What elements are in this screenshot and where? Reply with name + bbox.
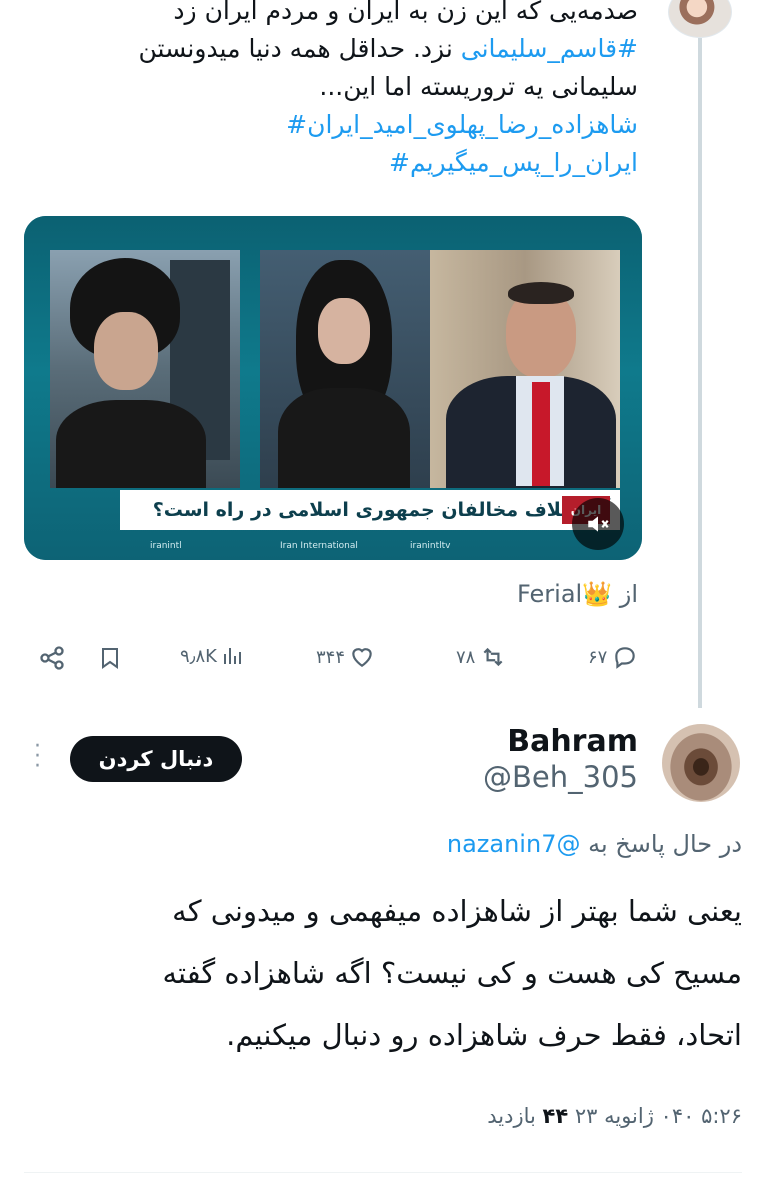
person-body	[56, 400, 206, 488]
like-button[interactable]: ۳۴۴	[316, 644, 375, 670]
from-attribution[interactable]: از 👑Ferial	[517, 580, 638, 608]
share-icon[interactable]	[38, 644, 66, 672]
person-hair	[508, 282, 574, 304]
person-face	[318, 298, 370, 364]
tweet-line: صدمه‌یی که این زن به ایران و مردم ایران …	[173, 0, 638, 25]
footer-handle: iranintltv	[410, 541, 451, 551]
reply-line: مسیح کی هست و کی نیست؟ اگه شاهزاده گفته	[162, 956, 742, 990]
replying-prefix: در حال پاسخ به	[588, 830, 742, 858]
reply-icon	[615, 647, 636, 669]
reply-count: ۶۷	[588, 646, 608, 668]
reply-line: یعنی شما بهتر از شاهزاده میفهمی و میدونی…	[172, 894, 742, 928]
video-banner: آیا ائتلاف مخالفان جمهوری اسلامی در راه …	[120, 490, 620, 530]
tweet-line: سلیمانی یه تروریسته اما این...	[319, 72, 638, 101]
follow-button[interactable]: دنبال کردن	[70, 736, 242, 782]
person-tie	[532, 382, 550, 486]
more-options-icon[interactable]: · · ·	[34, 736, 44, 778]
views-label: بازدید	[487, 1104, 536, 1128]
video-panel-right	[430, 250, 620, 488]
mention-link[interactable]: @nazanin7	[447, 830, 581, 858]
video-player[interactable]: آیا ائتلاف مخالفان جمهوری اسلامی در راه …	[24, 216, 642, 560]
footer-channel: Iran International	[280, 541, 358, 551]
video-panel-center	[260, 250, 430, 488]
date[interactable]: ۰۴۰ ژانویه ۲۳	[575, 1104, 695, 1128]
timestamp[interactable]: ۵:۲۶	[701, 1104, 742, 1128]
hashtag-link[interactable]: #قاسم_سلیمانی	[461, 34, 638, 63]
heart-icon	[352, 648, 372, 667]
views-icon	[223, 648, 241, 664]
divider	[24, 1172, 742, 1173]
bookmark-icon[interactable]	[98, 644, 122, 672]
avatar[interactable]	[662, 724, 740, 802]
reply-line: اتحاد، فقط حرف شاهزاده رو دنبال میکنیم.	[226, 1018, 742, 1052]
views-count: ۴۴	[542, 1104, 569, 1128]
user-handle[interactable]: @Beh_305	[483, 760, 638, 794]
views-button[interactable]: ۹٫۸K	[180, 644, 245, 668]
reply-button[interactable]: ۶۷	[588, 644, 639, 670]
display-name[interactable]: Bahram	[507, 724, 638, 759]
thread-line	[698, 38, 702, 708]
tweet-text: صدمه‌یی که این زن به ایران و مردم ایران …	[78, 0, 638, 182]
from-prefix: از	[619, 580, 638, 608]
retweet-button[interactable]: ۷۸	[456, 644, 507, 670]
from-name: Ferial	[517, 580, 583, 608]
tweet-metadata: ۵:۲۶ ۰۴۰ ژانویه ۲۳ ۴۴ بازدید	[487, 1104, 742, 1128]
speaker-muted-icon[interactable]	[572, 498, 624, 550]
reply-text: یعنی شما بهتر از شاهزاده میفهمی و میدونی…	[42, 880, 742, 1066]
hashtag-link[interactable]: شاهزاده_رضا_پهلوی_امید_ایران#	[78, 106, 638, 144]
video-footer-strip: iranintl Iran International iranintltv	[24, 534, 642, 560]
tweet-line-text: نزد. حداقل همه دنیا میدونستن	[138, 34, 461, 63]
retweet-icon	[483, 647, 503, 667]
person-face	[94, 312, 158, 390]
avatar[interactable]	[668, 0, 732, 38]
footer-handle: iranintl	[150, 541, 182, 551]
like-count: ۳۴۴	[316, 646, 346, 668]
video-panel-left	[50, 250, 240, 488]
tweet-actions: ۹٫۸K ۳۴۴ ۷۸ ۶۷	[0, 644, 766, 684]
crown-icon: 👑	[582, 580, 613, 608]
person-body	[278, 388, 410, 488]
tweet-line: #قاسم_سلیمانی نزد. حداقل همه دنیا میدونس…	[78, 30, 638, 68]
replying-to: در حال پاسخ به @nazanin7	[447, 830, 742, 858]
retweet-count: ۷۸	[456, 646, 476, 668]
hashtag-link[interactable]: ایران_را_پس_میگیریم#	[78, 144, 638, 182]
views-count: ۹٫۸K	[180, 645, 217, 667]
